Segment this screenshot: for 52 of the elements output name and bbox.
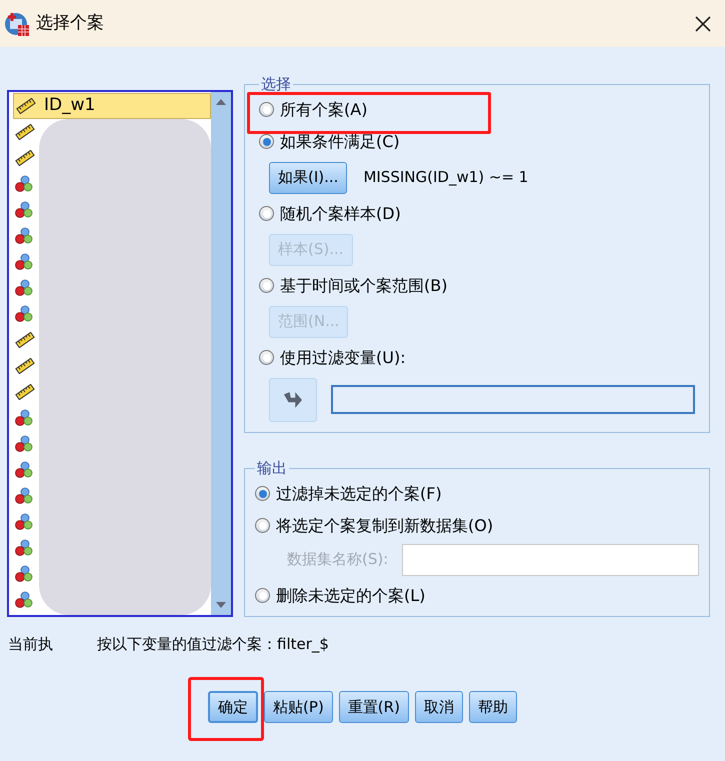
radio-button[interactable] [259,102,274,117]
three-balls-icon [15,279,33,297]
three-balls-icon [15,253,33,271]
radio-button[interactable] [259,350,274,365]
radio-option[interactable]: 随机个案样本(D) [259,202,695,226]
radio-button[interactable] [255,518,270,533]
variable-item[interactable]: ID_w1 [13,93,211,119]
dialog-button[interactable]: 重置(R) [338,691,409,723]
three-balls-icon [15,461,33,479]
three-balls-icon [15,591,33,609]
three-balls-icon [15,539,33,557]
group-title: 输出 [256,458,288,479]
three-balls-icon [15,201,33,219]
three-balls-icon [15,305,33,323]
three-balls-icon [15,565,33,583]
arrow-icon [284,392,302,408]
radio-option[interactable]: 删除未选定的个案(L) [255,584,699,608]
dialog-button[interactable]: 粘贴(P) [264,691,333,723]
three-balls-icon [15,435,33,453]
three-balls-icon [15,409,33,427]
three-balls-icon [15,175,33,193]
filter-variable-field[interactable] [331,385,695,414]
dialog-button[interactable]: 取消 [414,691,463,723]
radio-option[interactable]: 所有个案(A) [259,98,695,122]
radio-button[interactable] [259,278,274,293]
status-text: 当前执 [8,634,53,654]
status-text: 按以下变量的值过滤个案：filter_$ [97,634,329,654]
window-title: 选择个案 [36,12,104,35]
radio-button[interactable] [255,588,270,603]
radio-button[interactable] [259,134,274,149]
radio-button[interactable] [259,206,274,221]
radio-option[interactable]: 将选定个案复制到新数据集(O) [255,514,699,538]
variable-name: ID_w1 [44,94,96,118]
dataset-name-label: 数据集名称(S): [287,549,388,570]
move-button[interactable] [269,378,317,422]
dialog-button[interactable]: 确定 [208,691,258,723]
group-title: 选择 [260,74,292,95]
scrollbar[interactable] [211,92,231,615]
dialog-button[interactable]: 如果(I)... [269,162,348,194]
three-balls-icon [15,227,33,245]
radio-option[interactable]: 如果条件满足(C) [259,130,695,154]
radio-button[interactable] [255,486,270,501]
radio-option[interactable]: 过滤掉未选定的个案(F) [255,482,699,506]
radio-option[interactable]: 使用过滤变量(U): [259,346,695,370]
dialog-button[interactable]: 帮助 [468,691,517,723]
radio-option[interactable]: 基于时间或个案范围(B) [259,274,695,298]
dataset-name-field[interactable] [402,544,699,576]
close-icon [694,14,712,32]
condition-expression: MISSING(ID_w1) ~= 1 [363,167,528,188]
three-balls-icon [15,513,33,531]
three-balls-icon [15,487,33,505]
app-icon [4,10,30,36]
